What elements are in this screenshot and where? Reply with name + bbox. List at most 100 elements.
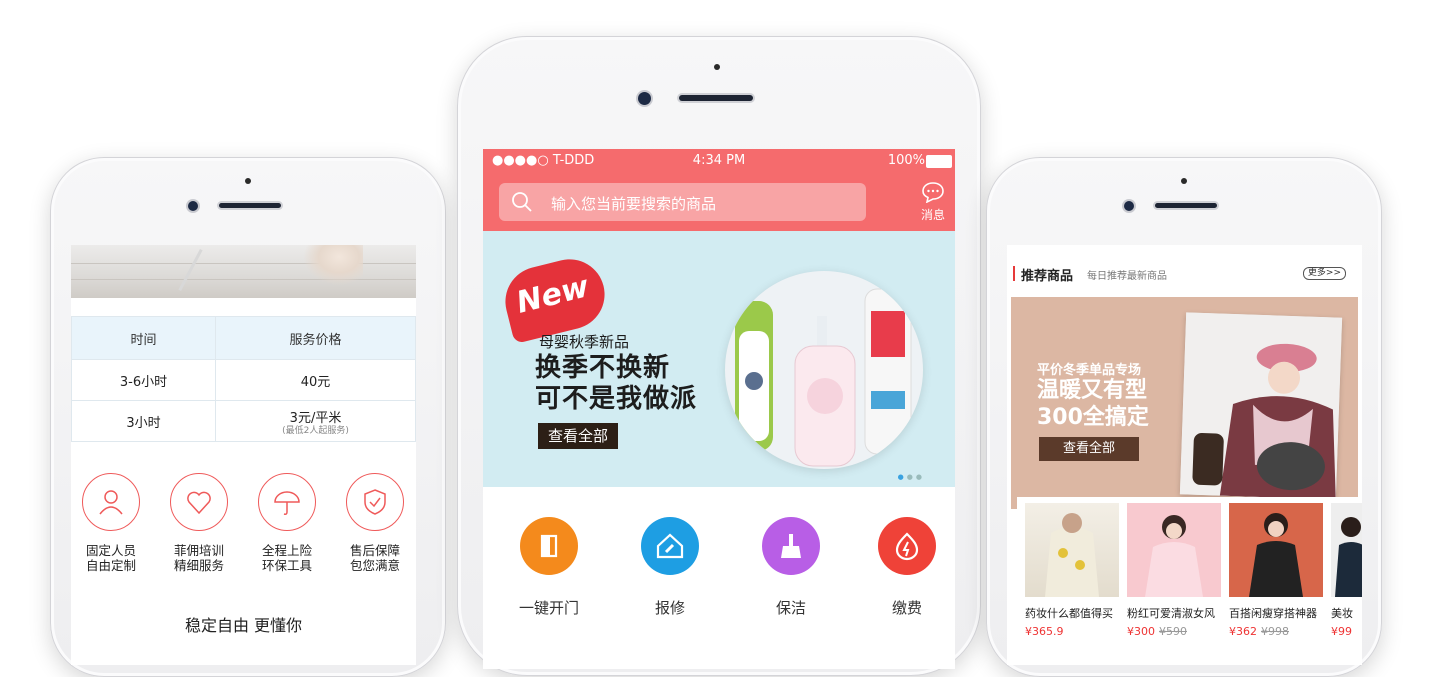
winter-promo-banner[interactable]: 平价冬季单品专场 温暖又有型 300全搞定 查看全部 <box>1011 297 1358 509</box>
proximity-sensor <box>1181 178 1187 184</box>
banner-title: 换季不换新 可不是我做派 <box>535 353 697 415</box>
service-price-table: 时间 服务价格 3-6小时 40元 3小时 3元/平米 (最低2人起服务) <box>71 316 416 442</box>
price-value: 3元/平米 <box>289 410 342 426</box>
search-placeholder: 输入您当前要搜索的商品 <box>551 195 717 213</box>
price-current: ¥365.9 <box>1025 625 1064 638</box>
banner-title-line2: 可不是我做派 <box>535 384 698 414</box>
price-current: ¥300 <box>1127 625 1155 638</box>
price-current: ¥99 <box>1331 625 1352 638</box>
cell-time: 3小时 <box>71 400 217 442</box>
feature-training[interactable]: 菲佣培训 精细服务 <box>159 473 239 573</box>
carousel-indicator[interactable]: ●●● <box>898 473 925 481</box>
more-button[interactable]: 更多>> <box>1302 267 1346 280</box>
product-name: 药妆什么都值得买 <box>1025 607 1113 620</box>
top-nav: 输入您当前要搜索的商品 消息 <box>483 173 955 231</box>
product-image <box>1331 503 1362 597</box>
cell-price: 3元/平米 (最低2人起服务) <box>215 400 416 442</box>
recommend-header: 推荐商品 每日推荐最新商品 更多>> <box>1007 245 1362 297</box>
product-image <box>1025 503 1119 597</box>
quick-action-payment[interactable]: 缴费 <box>857 517 955 618</box>
product-card[interactable]: 百搭闲瘦穿搭神器 ¥362 ¥998 <box>1229 503 1325 638</box>
proximity-sensor <box>245 178 251 184</box>
earpiece-speaker <box>219 203 281 208</box>
battery-icon <box>926 155 952 168</box>
clock: 4:34 PM <box>692 153 746 168</box>
promo-banner[interactable]: New 母婴秋季新品 换季不换新 可不是我做派 查看全部 ●●● <box>483 231 955 487</box>
quick-action-label: 报修 <box>654 599 685 617</box>
feature-fixed-staff[interactable]: 固定人员 自由定制 <box>71 473 151 573</box>
person-icon <box>82 473 140 531</box>
section-subtitle: 每日推荐最新商品 <box>1087 271 1167 282</box>
shield-icon <box>346 473 404 531</box>
product-card[interactable]: 粉红可爱清淑女风 ¥300 ¥590 <box>1127 503 1223 638</box>
feature-label: 菲佣培训 <box>173 543 224 558</box>
earpiece-speaker <box>679 95 753 101</box>
view-all-button[interactable]: 查看全部 <box>1039 437 1139 461</box>
search-input[interactable]: 输入您当前要搜索的商品 <box>499 183 866 221</box>
feature-label: 固定人员 <box>85 543 136 558</box>
door-icon <box>520 517 578 575</box>
front-camera <box>638 92 651 105</box>
feature-sublabel: 包您满意 <box>349 558 400 573</box>
banner-subtitle: 母婴秋季新品 <box>539 333 630 351</box>
promo-title-line1: 温暖又有型 <box>1037 378 1148 403</box>
section-title: 推荐商品 <box>1021 269 1074 284</box>
status-bar: ●●●●○ T-DDD 4:34 PM 100% <box>483 149 955 173</box>
product-name: 美妆 <box>1331 607 1353 620</box>
front-camera <box>1124 201 1134 211</box>
feature-sublabel: 环保工具 <box>261 558 312 573</box>
feature-after-sales[interactable]: 售后保障 包您满意 <box>335 473 415 573</box>
view-all-button[interactable]: 查看全部 <box>538 423 618 449</box>
product-name: 百搭闲瘦穿搭神器 <box>1229 607 1317 620</box>
product-image <box>1127 503 1221 597</box>
column-header-price: 服务价格 <box>215 316 416 360</box>
table-header-row: 时间 服务价格 <box>71 316 416 360</box>
battery-percent: 100% <box>887 153 925 168</box>
slogan: 稳定自由 更懂你 <box>184 616 303 635</box>
product-price: ¥99 <box>1331 625 1362 638</box>
chat-bubble-icon <box>922 182 944 204</box>
repair-icon <box>641 517 699 575</box>
product-card[interactable]: 药妆什么都值得买 ¥365.9 <box>1025 503 1121 638</box>
phone-right: 推荐商品 每日推荐最新商品 更多>> 平价冬季单品专场 温暖又有型 300全搞定… <box>986 157 1382 677</box>
quick-action-cleaning[interactable]: 保洁 <box>741 517 841 618</box>
goods-list: 药妆什么都值得买 ¥365.9 粉红可爱清淑女风 ¥300 ¥590 百搭闲瘦穿搭… <box>1017 497 1362 665</box>
table-row: 3小时 3元/平米 (最低2人起服务) <box>71 400 416 442</box>
product-name: 粉红可爱清淑女风 <box>1127 607 1215 620</box>
feature-sublabel: 自由定制 <box>85 558 136 573</box>
product-price: ¥365.9 <box>1025 625 1121 638</box>
model-photo <box>1179 312 1343 500</box>
product-price: ¥362 ¥998 <box>1229 625 1325 638</box>
umbrella-icon <box>258 473 316 531</box>
message-button[interactable]: 消息 <box>919 181 947 223</box>
feature-label: 售后保障 <box>349 543 400 558</box>
right-screen: 推荐商品 每日推荐最新商品 更多>> 平价冬季单品专场 温暖又有型 300全搞定… <box>1007 245 1362 665</box>
promo-title-line2: 300全搞定 <box>1037 405 1149 430</box>
person-legs-graphic <box>303 245 363 285</box>
promo-title: 温暖又有型 300全搞定 <box>1037 377 1149 431</box>
quick-action-label: 缴费 <box>891 599 922 617</box>
promo-subtitle: 平价冬季单品专场 <box>1037 363 1142 378</box>
mop-graphic <box>178 248 203 292</box>
quick-action-label: 一键开门 <box>518 599 579 617</box>
feature-insurance[interactable]: 全程上险 环保工具 <box>247 473 327 573</box>
proximity-sensor <box>714 64 720 70</box>
fire-icon <box>878 517 936 575</box>
product-image <box>1229 503 1323 597</box>
broom-icon <box>762 517 820 575</box>
left-screen: 时间 服务价格 3-6小时 40元 3小时 3元/平米 (最低2人起服务) 固定… <box>71 245 416 665</box>
cleaning-photo <box>71 245 416 298</box>
quick-action-open-door[interactable]: 一键开门 <box>499 517 599 618</box>
search-icon <box>512 192 532 212</box>
quick-action-repair[interactable]: 报修 <box>620 517 720 618</box>
new-badge-text: New <box>513 269 593 321</box>
product-price: ¥300 ¥590 <box>1127 625 1223 638</box>
baby-products-image <box>725 271 923 469</box>
cell-price: 40元 <box>215 359 416 401</box>
price-current: ¥362 <box>1229 625 1257 638</box>
earpiece-speaker <box>1155 203 1217 208</box>
price-original: ¥590 <box>1159 625 1187 638</box>
quick-action-label: 保洁 <box>775 599 806 617</box>
product-card[interactable]: 美妆 ¥99 <box>1331 503 1362 638</box>
feature-sublabel: 精细服务 <box>173 558 224 573</box>
